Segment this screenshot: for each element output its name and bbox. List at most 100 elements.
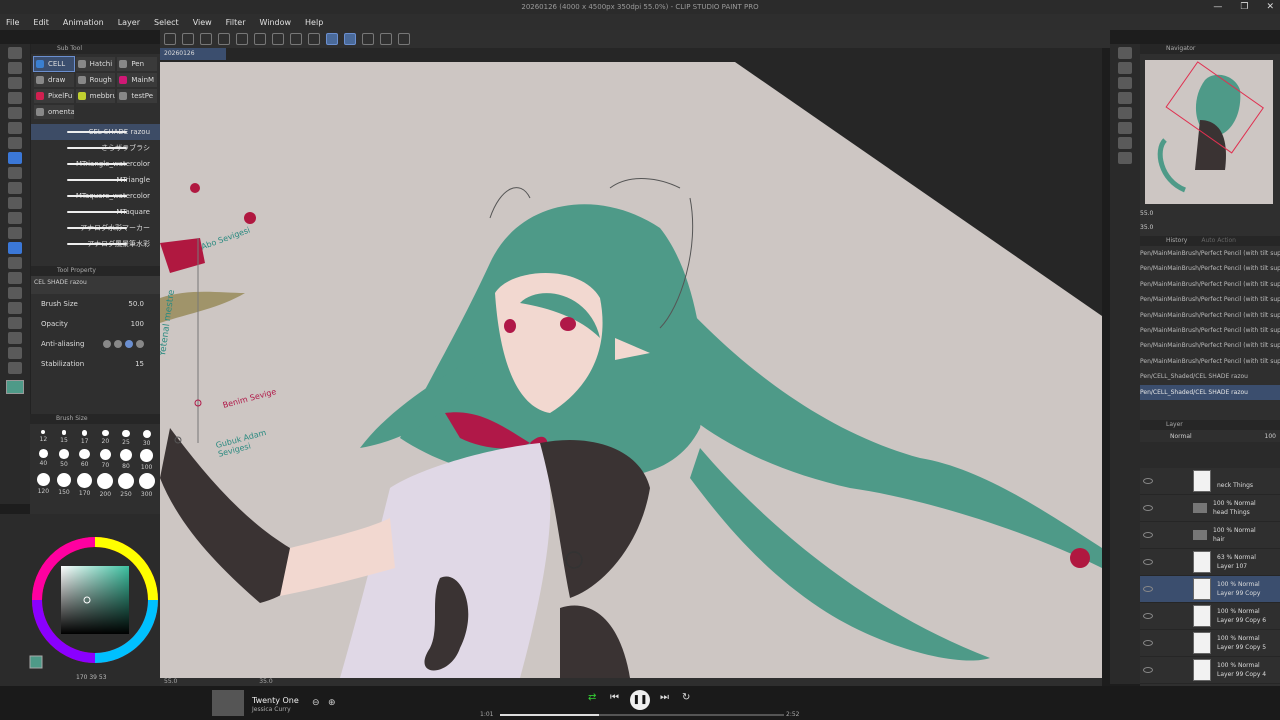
brush-size-preset[interactable]: 20 — [96, 430, 115, 447]
sub-tool-tab[interactable]: testPe — [117, 89, 157, 103]
brush-size-preset[interactable]: 17 — [75, 430, 94, 447]
brush-size-preset[interactable]: 300 — [137, 472, 156, 498]
eraser-tool-icon[interactable] — [8, 227, 22, 239]
operation-tool-icon[interactable] — [8, 77, 22, 89]
material-icon[interactable] — [1118, 62, 1132, 74]
sub-tool-tab[interactable]: CELL — [33, 56, 75, 72]
zoom-tool-icon[interactable] — [8, 47, 22, 59]
brush-size-preset[interactable]: 170 — [75, 472, 94, 498]
ruler-icon[interactable] — [380, 33, 392, 45]
stabilization-row[interactable]: Stabilization 15 — [31, 354, 160, 374]
repeat-icon[interactable]: ↻ — [682, 692, 690, 703]
gradient-tool-icon[interactable] — [8, 272, 22, 284]
antialiasing-row[interactable]: Anti-aliasing — [31, 334, 160, 354]
history-title[interactable]: History — [1166, 236, 1187, 246]
brush-size-preset[interactable]: 80 — [117, 449, 136, 471]
visibility-eye-icon[interactable] — [1143, 586, 1153, 592]
correct-line-tool-icon[interactable] — [8, 362, 22, 374]
canvas-area[interactable]: Abo Sevigesi Yetenal mestre Benim Sevige… — [160, 48, 1102, 678]
layer-search-icon[interactable] — [1118, 137, 1132, 149]
brush-item[interactable]: MTriangle — [31, 172, 160, 188]
history-row[interactable]: Pen/MainMainBrush/Perfect Pencil (with t… — [1140, 246, 1280, 261]
close-button[interactable]: ✕ — [1266, 0, 1274, 14]
layer-row[interactable]: 100 % Normal Layer 99 Copy 6 — [1140, 603, 1280, 630]
figure-tool-icon[interactable] — [8, 287, 22, 299]
fill-icon[interactable] — [272, 33, 284, 45]
layer-row[interactable]: 63 % Normal Layer 107 — [1140, 549, 1280, 576]
canvas-zoom-readout[interactable]: 55.0 — [164, 678, 177, 685]
perspective-snap-icon[interactable] — [344, 33, 356, 45]
menu-edit[interactable]: Edit — [33, 18, 49, 27]
brush-tool-icon[interactable] — [8, 182, 22, 194]
eyedropper-tool-icon[interactable] — [8, 137, 22, 149]
visibility-eye-icon[interactable] — [1143, 667, 1153, 673]
blend-mode-select[interactable]: Normal — [1170, 433, 1192, 440]
previous-icon[interactable]: ⏮ — [610, 692, 619, 703]
remove-icon[interactable]: ⊖ — [312, 698, 320, 708]
quick-access-icon[interactable] — [1118, 152, 1132, 164]
visibility-eye-icon[interactable] — [1143, 532, 1153, 538]
history-row[interactable]: Pen/MainMainBrush/Perfect Pencil (with t… — [1140, 308, 1280, 323]
redo-icon[interactable] — [236, 33, 248, 45]
open-icon[interactable] — [182, 33, 194, 45]
sub-tool-tab[interactable]: Rough — [75, 73, 116, 87]
sub-tool-tab[interactable]: mebbru — [75, 89, 116, 103]
pause-button[interactable]: ❚❚ — [630, 690, 650, 710]
sub-tool-tab[interactable]: PixelFu — [34, 89, 74, 103]
brush-item[interactable]: MTaquare — [31, 204, 160, 220]
save-icon[interactable] — [200, 33, 212, 45]
brush-size-preset[interactable]: 25 — [117, 430, 136, 447]
brush-size-preset[interactable]: 30 — [137, 430, 156, 447]
brush-size-preset[interactable]: 100 — [137, 449, 156, 471]
add-icon[interactable]: ⊕ — [328, 698, 336, 708]
brush-item[interactable]: MTriangle_watercolor — [31, 156, 160, 172]
history-row[interactable]: Pen/CELL_Shaded/CEL SHADE razou — [1140, 369, 1280, 384]
menu-filter[interactable]: Filter — [226, 18, 246, 27]
sub-tool-tab[interactable]: Pen — [117, 57, 157, 71]
ruler-tool-icon[interactable] — [8, 317, 22, 329]
new-icon[interactable] — [164, 33, 176, 45]
brush-item[interactable]: CEL SHADE razou — [31, 124, 160, 140]
canvas-angle-readout[interactable]: 35.0 — [259, 678, 272, 685]
visibility-eye-icon[interactable] — [1143, 505, 1153, 511]
brush-size-preset[interactable]: 250 — [117, 472, 136, 498]
layer-row[interactable]: 100 % Normal Layer 99 Copy 5 — [1140, 630, 1280, 657]
selection-tool-icon[interactable] — [8, 107, 22, 119]
current-color-swatch[interactable] — [29, 655, 43, 669]
visibility-eye-icon[interactable] — [1143, 613, 1153, 619]
visibility-eye-icon[interactable] — [1143, 640, 1153, 646]
history-row[interactable]: Pen/MainMainBrush/Perfect Pencil (with t… — [1140, 277, 1280, 292]
layer-row[interactable]: neck Things — [1140, 468, 1280, 495]
navigator-preview[interactable] — [1145, 60, 1273, 204]
brush-size-preset[interactable]: 15 — [55, 430, 74, 447]
history-row[interactable]: Pen/MainMainBrush/Perfect Pencil (with t… — [1140, 354, 1280, 369]
track-title[interactable]: Twenty One — [252, 696, 299, 705]
balloon-tool-icon[interactable] — [8, 347, 22, 359]
menu-layer[interactable]: Layer — [118, 18, 140, 27]
layer-property-icon[interactable] — [1118, 77, 1132, 89]
brush-item[interactable]: アナログ風景筆水彩 — [31, 236, 160, 252]
text-tool-icon[interactable] — [8, 332, 22, 344]
opacity-row[interactable]: Opacity 100 — [31, 314, 160, 334]
hand-tool-icon[interactable] — [8, 62, 22, 74]
prop-value[interactable]: 15 — [135, 360, 144, 368]
help-icon[interactable] — [398, 33, 410, 45]
brush-item[interactable]: アナログ水彩マーカー — [31, 220, 160, 236]
color-wheel[interactable] — [0, 514, 160, 686]
sub-tool-tab[interactable]: omenta — [34, 105, 74, 119]
ruler-snap-icon[interactable] — [326, 33, 338, 45]
frame-tool-icon[interactable] — [8, 302, 22, 314]
layer-row[interactable]: 100 % Normal Layer 99 Copy 4 — [1140, 657, 1280, 684]
main-color-swatch[interactable] — [6, 380, 24, 394]
menu-file[interactable]: File — [6, 18, 19, 27]
brush-size-preset[interactable]: 200 — [96, 472, 115, 498]
maximize-button[interactable]: ❐ — [1240, 0, 1248, 14]
track-artist[interactable]: Jessica Curry — [252, 706, 291, 713]
menu-animation[interactable]: Animation — [63, 18, 104, 27]
history-row[interactable]: Pen/CELL_Shaded/CEL SHADE razou — [1140, 384, 1280, 400]
artwork-canvas[interactable] — [160, 48, 1102, 678]
brush-size-preset[interactable]: 40 — [34, 449, 53, 471]
brush-size-preset[interactable]: 12 — [34, 430, 53, 447]
sub-tool-tab[interactable]: MainM — [117, 73, 157, 87]
sub-tool-tab[interactable]: draw — [34, 73, 74, 87]
